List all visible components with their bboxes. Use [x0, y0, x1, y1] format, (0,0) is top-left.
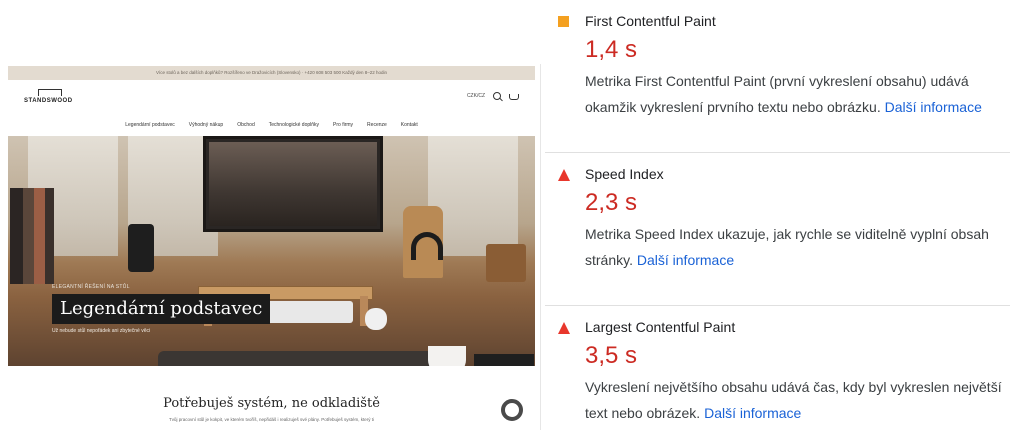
announcement-bar: Více stolů a bez dalších doplňků? Rozšíř…	[8, 66, 535, 80]
logo-wordmark: STANDSWOOD	[24, 98, 73, 104]
metrics-list: First Contentful Paint 1,4 s Metrika Fir…	[545, 0, 1010, 430]
desk-mat-shape	[158, 351, 448, 366]
metric-speed-index: Speed Index 2,3 s Metrika Speed Index uk…	[545, 152, 1010, 304]
triangle-icon	[558, 322, 570, 334]
hero-title: Legendární podstavec	[52, 294, 271, 324]
search-icon	[493, 92, 501, 100]
metric-fcp: First Contentful Paint 1,4 s Metrika Fir…	[545, 0, 1010, 152]
speaker-shape	[128, 224, 154, 272]
divider	[545, 152, 1010, 153]
monitor-shape	[203, 136, 383, 232]
cart-icon	[509, 94, 519, 100]
learn-more-link[interactable]: Další informace	[637, 252, 734, 268]
triangle-icon	[558, 169, 570, 181]
pencil-holder-shape	[486, 244, 526, 282]
hero-image: ELEGANTNÍ ŘEŠENÍ NA STŮL Legendární pods…	[8, 136, 535, 366]
mouse-shape	[365, 308, 387, 330]
metric-title: Largest Contentful Paint	[585, 319, 736, 335]
metric-value: 1,4 s	[585, 36, 638, 63]
metric-value: 2,3 s	[585, 189, 638, 216]
metric-description: Metrika First Contentful Paint (první vy…	[585, 68, 1010, 120]
nav-item: Pro firmy	[333, 122, 354, 128]
vertical-divider	[540, 64, 541, 430]
page-screenshot: Více stolů a bez dalších doplňků? Rozšíř…	[0, 0, 545, 430]
keyboard-shape	[263, 301, 353, 323]
site-header: STANDSWOOD CZK/CZ	[8, 80, 535, 114]
site-logo: STANDSWOOD	[24, 88, 78, 106]
metric-title: Speed Index	[585, 166, 664, 182]
divider	[545, 305, 1010, 306]
header-actions: CZK/CZ	[467, 92, 519, 100]
section-title: Potřebuješ systém, ne odkladiště	[163, 396, 380, 411]
metric-value: 3,5 s	[585, 342, 638, 369]
metric-title: First Contentful Paint	[585, 13, 716, 29]
currency-language: CZK/CZ	[466, 93, 485, 99]
headphones-shape	[411, 232, 443, 260]
metric-description: Metrika Speed Index ukazuje, jak rychle …	[585, 221, 1010, 273]
hero-subtitle: Už nebude stůl nepořádek ani zbytečné vě…	[52, 328, 151, 334]
learn-more-link[interactable]: Další informace	[704, 405, 801, 421]
cup-shape	[428, 346, 466, 366]
section-subtitle: Tvůj pracovní stůl je kokpit, ve kterém …	[169, 417, 374, 422]
nav-item: Legendární podstavec	[125, 122, 175, 128]
site-nav: Legendární podstavec Výhodný nákup Obcho…	[8, 114, 535, 136]
nav-item: Technologické doplňky	[268, 122, 320, 128]
logo-mark-icon	[38, 89, 62, 96]
metric-description: Vykreslení největšího obsahu udává čas, …	[585, 374, 1010, 426]
nav-item: Recenze	[367, 122, 387, 128]
square-icon	[558, 16, 569, 27]
metric-lcp: Largest Contentful Paint 3,5 s Vykreslen…	[545, 305, 1010, 430]
nav-item: Obchod	[237, 122, 255, 128]
site-preview: Více stolů a bez dalších doplňků? Rozšíř…	[8, 66, 535, 430]
books-shape	[10, 188, 54, 284]
nav-item: Výhodný nákup	[188, 122, 224, 128]
nav-item: Kontakt	[400, 122, 418, 128]
chat-icon	[501, 399, 523, 421]
learn-more-link[interactable]: Další informace	[885, 99, 982, 115]
tablet-shape	[474, 354, 534, 366]
hero-kicker: ELEGANTNÍ ŘEŠENÍ NA STŮL	[52, 284, 130, 290]
